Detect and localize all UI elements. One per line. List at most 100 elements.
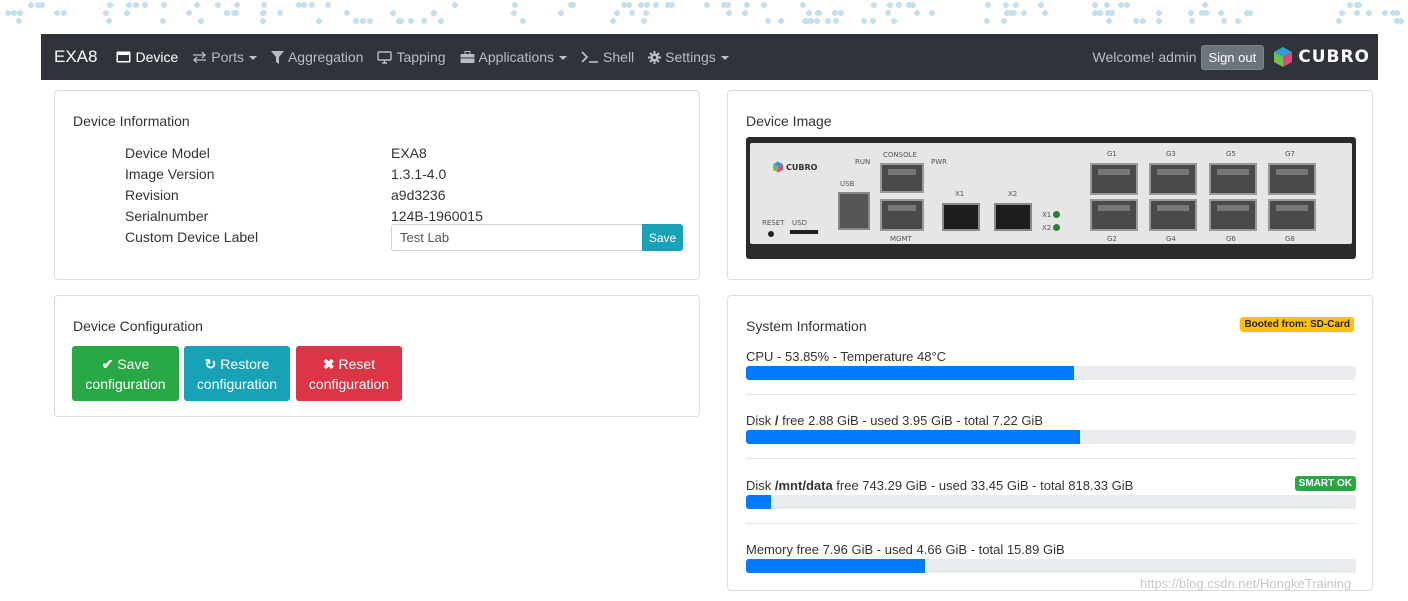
decorative-dot [1118,2,1124,8]
decorative-dot [614,10,620,16]
panel-label: CONSOLE [883,151,917,159]
decorative-dot [984,18,990,24]
status-led [1053,211,1060,218]
ethernet-port-g4 [1149,199,1197,231]
panel-label: G8 [1285,235,1295,243]
nav-item-label: Ports [211,49,244,65]
decorative-dot [1347,2,1353,8]
divider [746,458,1356,459]
cubro-logo[interactable]: CUBRO [1272,46,1370,68]
chevron-down-icon [248,56,257,60]
divider [746,394,1356,395]
button-label: configuration [308,375,390,392]
panel-label: G5 [1226,150,1236,158]
nav-item-settings[interactable]: Settings [648,49,729,65]
decorative-dot [512,2,518,8]
cubro-logo-icon [773,161,783,173]
decorative-dot [638,2,644,8]
disk-root-text: Disk / free 2.88 GiB - used 3.95 GiB - t… [746,413,1356,428]
decorative-dot [1235,18,1241,24]
decorative-dot [1189,18,1195,24]
decorative-dot [1156,18,1162,24]
decorative-dot [1021,10,1027,16]
decorative-dot [234,2,240,8]
decorative-dot [726,10,732,16]
decorative-dot [558,10,564,16]
decorative-dot [1218,10,1224,16]
decorative-dot [1203,10,1209,16]
decorative-dot [761,2,767,8]
sfp-port-x2 [994,203,1032,231]
device-information-card: Device Information Device Model EXA8 Ima… [54,90,700,280]
decorative-dot [126,2,132,8]
panel-label: X1 [1042,211,1052,219]
nav-item-ports[interactable]: Ports [192,49,257,65]
nav-item-device[interactable]: Device [116,49,178,65]
decorative-dot [198,18,204,24]
decorative-dot [653,2,659,8]
ethernet-port-g8 [1268,199,1316,231]
decorative-dot [800,2,806,8]
nav-item-shell[interactable]: Shell [581,49,634,65]
info-label: Serialnumber [125,208,209,224]
disk-details: free 743.29 GiB - used 33.45 GiB - total… [832,478,1134,493]
watermark-text: https://blog.csdn.net/HongkeTraining [1140,576,1352,591]
memory-progress-bar [746,559,1356,573]
monitor-icon [377,50,393,64]
decorative-dot [261,10,267,16]
swap-arrows-icon [192,51,207,63]
terminal-icon [581,51,599,63]
disk-data-progress-bar [746,495,1356,509]
nav-item-label: Applications [478,49,555,65]
console-port [880,163,924,193]
usb-ports [838,192,870,230]
decorative-dot [438,18,444,24]
close-icon: ✖ [322,355,335,372]
decorative-dot [1156,10,1162,16]
device-icon [116,51,131,63]
decorative-dot [452,2,458,8]
decorative-dot [1366,10,1372,16]
decorative-dot [160,18,166,24]
decorative-dot [1336,18,1342,24]
decorative-dot [511,10,517,16]
reset-configuration-button[interactable]: ✖ Reset configuration [296,346,402,401]
nav-item-aggregation[interactable]: Aggregation [270,49,363,65]
panel-label: USD [792,219,807,227]
restore-configuration-button[interactable]: ↻ Restore configuration [184,346,290,401]
panel-label: MGMT [890,235,912,243]
decorative-dot [1221,18,1227,24]
panel-label: RESET [762,219,785,227]
refresh-icon: ↻ [204,355,217,372]
decorative-dot [161,2,167,8]
nav-item-tapping[interactable]: Tapping [377,49,446,65]
custom-device-label-input[interactable] [391,224,643,251]
panel-label: X2 [1042,224,1052,232]
decorative-dot [815,10,821,16]
sd-slot [790,230,818,234]
decorative-dot [520,18,526,24]
decorative-dot [1382,10,1388,16]
gear-icon [648,50,662,64]
device-image-card: Device Image CUBRO RUN CONSOLE PWR USB R… [727,90,1373,280]
chevron-down-icon [720,56,729,60]
memory-text: Memory free 7.96 GiB - used 4.66 GiB - t… [746,542,1065,557]
decorative-dot [1354,10,1360,16]
decorative-dot [54,10,60,16]
nav-item-applications[interactable]: Applications [460,49,568,65]
navbar-brand[interactable]: EXA8 [54,47,97,67]
decorative-dot [215,2,221,8]
decorative-dot [1124,2,1130,8]
sign-out-button[interactable]: Sign out [1200,44,1265,70]
decorative-dot [861,18,867,24]
decorative-dot [309,2,315,8]
info-value: a9d3236 [391,187,446,203]
decorative-dot [1247,10,1253,16]
save-configuration-button[interactable]: ✔ Save configuration [72,346,179,401]
panel-label: G1 [1107,150,1117,158]
decorative-dot [833,18,839,24]
decorative-dot [1042,10,1048,16]
decorative-dot [124,10,130,16]
button-label: Restore [220,355,270,372]
save-label-button[interactable]: Save [642,224,683,251]
